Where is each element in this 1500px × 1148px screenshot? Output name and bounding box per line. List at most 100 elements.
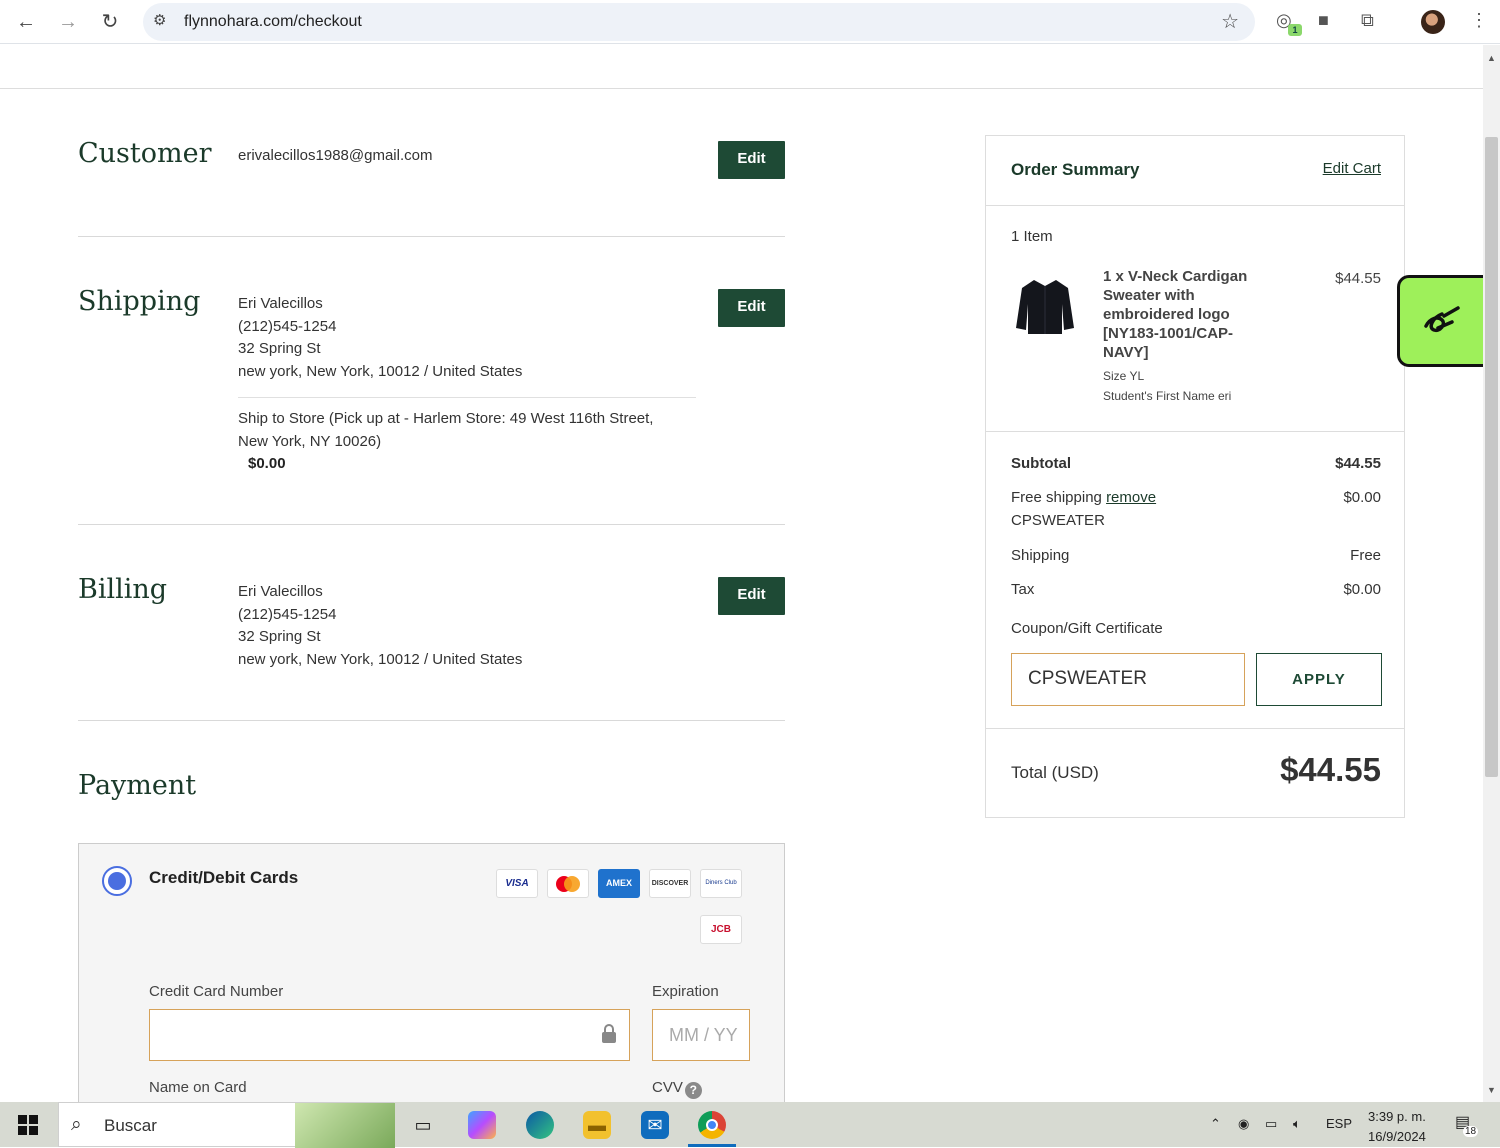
summary-divider: [986, 431, 1404, 432]
billing-address: Eri Valecillos (212)545-1254 32 Spring S…: [238, 581, 522, 671]
product-thumbnail: [1016, 280, 1074, 334]
mail-icon[interactable]: ✉: [641, 1111, 669, 1139]
product-price: $44.55: [1335, 270, 1381, 287]
file-explorer-icon[interactable]: ▬: [583, 1111, 611, 1139]
shipping-street: 32 Spring St: [238, 340, 321, 357]
shipping-method-line1: Ship to Store (Pick up at - Harlem Store…: [238, 410, 654, 427]
forward-icon[interactable]: →: [54, 8, 82, 36]
notifications-count: 18: [1463, 1126, 1479, 1137]
shipping-city: new york, New York, 10012 / United State…: [238, 362, 523, 380]
coupon-input[interactable]: CPSWEATER: [1011, 653, 1245, 706]
cvv-help-icon[interactable]: ?: [684, 1082, 702, 1099]
payment-title: Payment: [78, 770, 197, 801]
payment-method-box: Credit/Debit Cards VISA AMEX DISCOVER Di…: [78, 843, 785, 1102]
printer-extension-icon[interactable]: ■: [1318, 10, 1329, 31]
card-number-input[interactable]: [149, 1009, 630, 1061]
billing-city: new york, New York, 10012 / United State…: [238, 650, 523, 668]
url-text[interactable]: flynnohara.com/checkout: [184, 13, 362, 31]
network-icon[interactable]: ▭: [1265, 1116, 1277, 1132]
visa-card-icon: VISA: [496, 869, 538, 898]
windows-taskbar: ⌕ Buscar ▭ ▬ ✉ ⌃ ◉ ▭ 🔈︎ ESP 3:39 p. m. 1…: [0, 1102, 1500, 1148]
cvv-label: CVV: [652, 1079, 683, 1096]
section-divider: [78, 236, 785, 237]
checkout-page: Customer erivalecillos1988@gmail.com Edi…: [0, 45, 1483, 1102]
chrome-icon[interactable]: [698, 1111, 726, 1139]
bookmark-star-icon[interactable]: ☆: [1221, 9, 1239, 34]
billing-street: 32 Spring St: [238, 628, 321, 645]
free-shipping-value: $0.00: [1343, 489, 1381, 506]
windows-start-icon[interactable]: [18, 1115, 38, 1135]
billing-phone: (212)545-1254: [238, 605, 337, 623]
summary-divider: [986, 728, 1404, 729]
card-number-label: Credit Card Number: [149, 983, 284, 1000]
product-name: 1 x V-Neck Cardigan Sweater with embroid…: [1103, 268, 1248, 361]
expiration-input[interactable]: MM / YY: [652, 1009, 750, 1061]
product-student-name: Student's First Name eri: [1103, 389, 1232, 403]
browser-toolbar: ← → ↻ ⚙ flynnohara.com/checkout ☆ ◎ 1 ■ …: [0, 0, 1500, 44]
profile-avatar[interactable]: [1421, 10, 1445, 34]
volume-icon[interactable]: 🔈︎: [1293, 1116, 1301, 1132]
remove-coupon-link[interactable]: remove: [1106, 489, 1156, 506]
section-divider: [78, 720, 785, 721]
name-on-card-label: Name on Card: [149, 1079, 247, 1096]
total-label: Total (USD): [1011, 763, 1099, 782]
total-value: $44.55: [1280, 751, 1381, 788]
floating-assistant-widget[interactable]: [1397, 275, 1483, 367]
jcb-card-icon: JCB: [700, 915, 742, 944]
reload-icon[interactable]: ↻: [96, 8, 124, 36]
scrollbar-thumb[interactable]: [1485, 137, 1498, 777]
shipping-phone: (212)545-1254: [238, 317, 337, 335]
cvv-label-wrap: CVV?: [652, 1079, 702, 1099]
edit-cart-link[interactable]: Edit Cart: [1323, 160, 1381, 177]
edge-browser-icon[interactable]: [526, 1111, 554, 1139]
search-highlight-image: [295, 1103, 395, 1148]
coupon-label: Coupon/Gift Certificate: [1011, 620, 1163, 637]
billing-title: Billing: [78, 574, 168, 605]
customer-title: Customer: [78, 138, 212, 169]
shipping-label: Shipping: [1011, 547, 1070, 564]
shipping-subdivider: [238, 397, 696, 398]
billing-name: Eri Valecillos: [238, 583, 323, 600]
task-view-icon[interactable]: ▭: [409, 1111, 437, 1139]
taskbar-search-text: Buscar: [104, 1116, 157, 1135]
shipping-edit-button[interactable]: Edit: [718, 289, 785, 327]
language-indicator[interactable]: ESP: [1326, 1116, 1352, 1131]
menu-kebab-icon[interactable]: ⋮: [1470, 10, 1488, 31]
discover-card-icon: DISCOVER: [649, 869, 691, 898]
product-size: Size YL: [1103, 369, 1145, 383]
apply-coupon-button[interactable]: APPLY: [1256, 653, 1382, 706]
shipping-value: Free: [1350, 547, 1381, 564]
copilot-icon[interactable]: [468, 1111, 496, 1139]
taskbar-clock[interactable]: 3:39 p. m. 16/9/2024: [1368, 1107, 1426, 1147]
page-scrollbar[interactable]: ▲ ▼: [1483, 45, 1500, 1102]
customer-email: erivalecillos1988@gmail.com: [238, 147, 433, 164]
back-icon[interactable]: ←: [12, 8, 40, 36]
taskbar-search[interactable]: ⌕ Buscar: [58, 1102, 395, 1148]
billing-edit-button[interactable]: Edit: [718, 577, 785, 615]
free-shipping-row: Free shipping remove: [1011, 489, 1156, 506]
header-divider: [0, 88, 1483, 89]
free-shipping-label: Free shipping: [1011, 489, 1102, 506]
tax-label: Tax: [1011, 581, 1035, 598]
subtotal-label: Subtotal: [1011, 455, 1071, 472]
shipping-address: Eri Valecillos (212)545-1254 32 Spring S…: [238, 293, 522, 383]
clock-date: 16/9/2024: [1368, 1129, 1426, 1144]
credit-card-label[interactable]: Credit/Debit Cards: [149, 868, 298, 888]
clock-time: 3:39 p. m.: [1368, 1109, 1426, 1124]
extension-badge: 1: [1288, 24, 1302, 36]
section-divider: [78, 524, 785, 525]
coupon-code-applied: CPSWEATER: [1011, 512, 1105, 529]
site-settings-icon[interactable]: ⚙: [153, 11, 166, 29]
extensions-puzzle-icon[interactable]: ⧉: [1361, 10, 1374, 31]
shipping-method-line2: New York, NY 10026): [238, 432, 382, 450]
tray-chevron-icon[interactable]: ⌃: [1210, 1116, 1221, 1132]
order-summary-panel: Order Summary Edit Cart 1 Item 1 x V-Nec…: [985, 135, 1405, 818]
address-bar[interactable]: ⚙ flynnohara.com/checkout ☆: [143, 3, 1255, 41]
credit-card-radio[interactable]: [102, 866, 132, 896]
customer-edit-button[interactable]: Edit: [718, 141, 785, 179]
meet-now-icon[interactable]: ◉: [1238, 1116, 1249, 1132]
items-count: 1 Item: [1011, 228, 1053, 245]
scroll-down-icon[interactable]: ▼: [1487, 1085, 1496, 1095]
scroll-up-icon[interactable]: ▲: [1487, 53, 1496, 63]
lock-icon: [602, 1024, 616, 1043]
